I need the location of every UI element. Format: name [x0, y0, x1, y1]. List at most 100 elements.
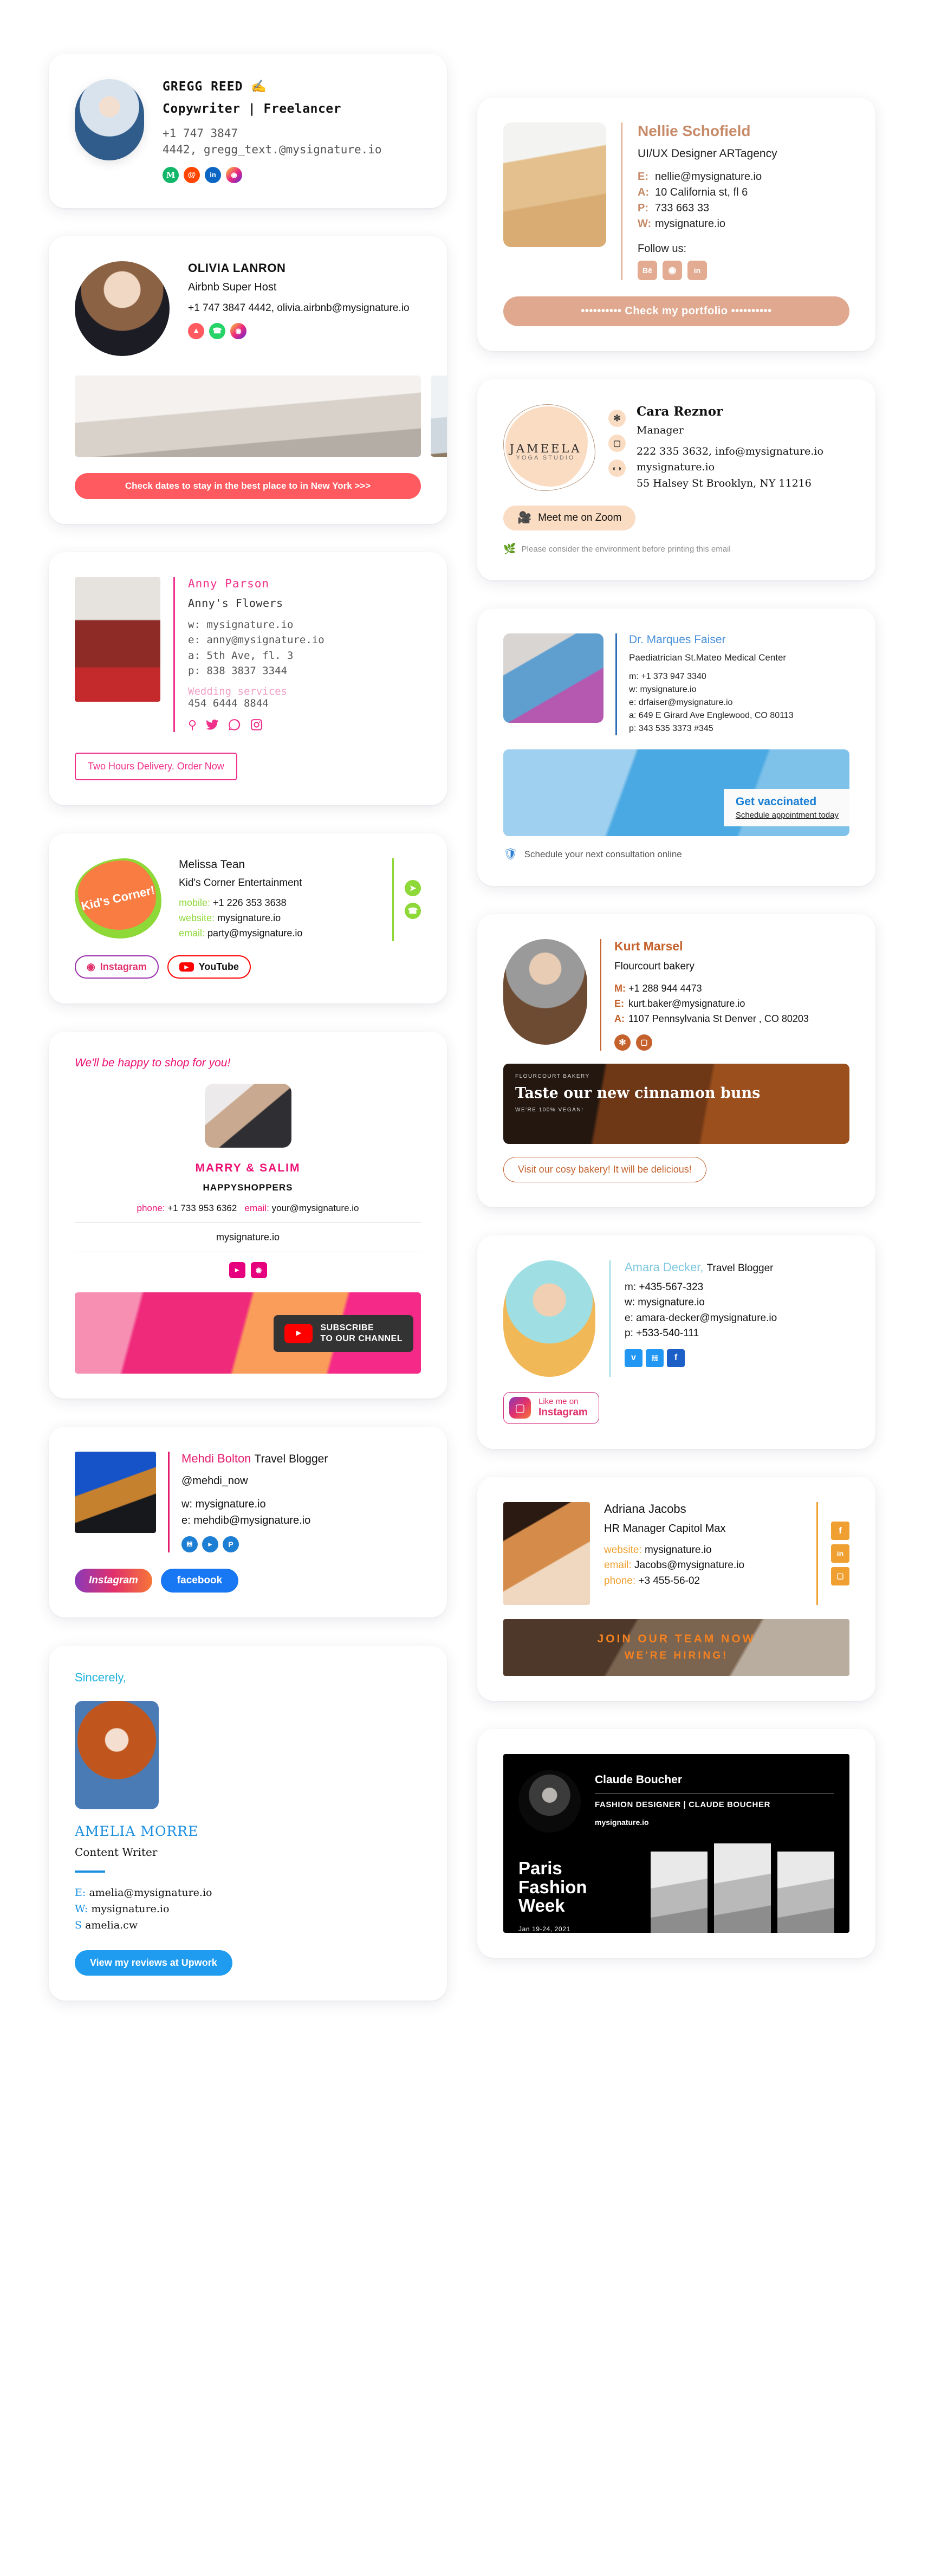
- instagram-icon: ▢: [509, 1397, 531, 1419]
- facebook-icon[interactable]: f: [831, 1521, 849, 1540]
- person-role: Manager: [637, 424, 684, 436]
- youtube-icon[interactable]: ►: [229, 1261, 245, 1278]
- cta-big-text: Instagram: [538, 1406, 588, 1418]
- signature-card-kurt-marsel[interactable]: Kurt Marsel Flourcourt bakery M: +1 288 9…: [477, 914, 875, 1207]
- twitter-icon[interactable]: 𝌦: [646, 1349, 664, 1367]
- social-links: ✻ ▢: [614, 1034, 809, 1051]
- whatsapp-icon[interactable]: [228, 718, 241, 732]
- linkedin-icon[interactable]: in: [687, 261, 707, 280]
- card-body: Mehdi Bolton Travel Blogger @mehdi_now w…: [75, 1451, 421, 1552]
- signature-card-amelia-morre[interactable]: Sincerely, AMELIA MORRE Content Writer E…: [49, 1645, 447, 2001]
- cinnamon-buns-banner[interactable]: FLOURCOURT BAKERY Taste our new cinnamon…: [503, 1063, 849, 1144]
- medium-icon[interactable]: M: [163, 166, 179, 183]
- person-name: Melissa Tean: [179, 858, 245, 871]
- plant-icon: 🌿: [503, 543, 516, 555]
- details: Mehdi Bolton Travel Blogger @mehdi_now w…: [181, 1452, 328, 1552]
- runway-photos: [651, 1843, 834, 1933]
- like-on-instagram-button[interactable]: ▢ Like me on Instagram: [503, 1391, 599, 1424]
- signature-card-olivia-lanron[interactable]: OLIVIA LANRON Airbnb Super Host +1 747 3…: [49, 236, 447, 524]
- social-links: f in ▢: [831, 1502, 849, 1605]
- reddit-icon[interactable]: @: [184, 166, 200, 183]
- email-line: E: amelia@mysignature.io: [75, 1886, 212, 1899]
- follow-label: Follow us:: [638, 243, 687, 255]
- visit-bakery-button[interactable]: Visit our cosy bakery! It will be delici…: [503, 1156, 706, 1182]
- consultation-footer[interactable]: 🛡 Schedule your next consultation online: [503, 848, 849, 861]
- social-links: 𝌦 ► P: [181, 1536, 328, 1552]
- youtube-button[interactable]: ► YouTube: [167, 955, 251, 979]
- twitter-icon[interactable]: [205, 718, 219, 732]
- photo-adriana-jacobs: [503, 1501, 590, 1605]
- mobile-line: mobile: +1 226 353 3638: [179, 897, 287, 908]
- instagram-icon[interactable]: ◉: [226, 166, 242, 183]
- subscribe-banner[interactable]: ► SUBSCRIBE TO OUR CHANNEL: [75, 1292, 421, 1374]
- instagram-icon[interactable]: [250, 718, 263, 732]
- instagram-icon[interactable]: ▢: [608, 435, 626, 452]
- signature-card-marry-salim[interactable]: We'll be happy to shop for you! MARRY & …: [49, 1031, 447, 1399]
- website-line: mysignature.io: [637, 461, 715, 474]
- hiring-banner[interactable]: JOIN OUR TEAM NOW WE'RE HIRING!: [503, 1619, 849, 1676]
- video-camera-icon: 🎥: [517, 512, 532, 525]
- yelp-icon[interactable]: ✻: [614, 1034, 631, 1051]
- whatsapp-icon[interactable]: ☎: [209, 322, 225, 339]
- yelp-icon[interactable]: ✻: [608, 410, 626, 427]
- signature-card-adriana-jacobs[interactable]: Adriana Jacobs HR Manager Capitol Max we…: [477, 1477, 875, 1701]
- check-portfolio-button[interactable]: •••••••••• Check my portfolio ••••••••••: [503, 296, 849, 326]
- maps-icon[interactable]: ⚲: [188, 718, 197, 732]
- whatsapp-icon[interactable]: ☎: [405, 903, 421, 920]
- website-line: w: mysignature.io: [188, 618, 294, 631]
- contact-info: E: amelia@mysignature.io W: mysignature.…: [75, 1885, 421, 1934]
- person-name: Kurt Marsel: [614, 939, 683, 954]
- airbnb-icon[interactable]: ▲: [188, 322, 204, 339]
- instagram-button[interactable]: ◉ Instagram: [75, 955, 159, 979]
- signature-card-anny-parson[interactable]: Anny Parson Anny's Flowers w: mysignatur…: [49, 552, 447, 805]
- signature-card-marques-faiser[interactable]: Dr. Marques Faiser Paediatrician St.Mate…: [477, 609, 875, 886]
- person-role: Content Writer: [75, 1845, 158, 1859]
- company-name: HAPPYSHOPPERS: [203, 1182, 293, 1193]
- signature-card-nellie-schofield[interactable]: Nellie Schofield UI/UX Designer ARTagenc…: [477, 98, 875, 351]
- address-line: a: 649 E Girard Ave Englewood, CO 80113: [629, 711, 794, 721]
- pinterest-icon[interactable]: P: [223, 1536, 239, 1552]
- behance-icon[interactable]: Bē: [638, 261, 657, 280]
- job-title: Travel Blogger: [254, 1452, 328, 1465]
- phone-label: phone:: [137, 1202, 165, 1213]
- tripadvisor-icon[interactable]: ◐◑: [608, 459, 626, 477]
- listing-photo-2[interactable]: [431, 375, 447, 457]
- instagram-icon[interactable]: ▢: [831, 1567, 849, 1585]
- vaccination-banner[interactable]: Get vaccinated Schedule appointment toda…: [503, 749, 849, 837]
- youtube-icon[interactable]: ►: [202, 1536, 218, 1552]
- linkedin-icon[interactable]: in: [205, 166, 221, 183]
- signature-card-amara-decker[interactable]: Amara Decker, Travel Blogger m: +435-567…: [477, 1235, 875, 1449]
- meet-on-zoom-button[interactable]: 🎥 Meet me on Zoom: [503, 506, 636, 531]
- instagram-button[interactable]: Instagram: [75, 1568, 152, 1593]
- address-line: 55 Halsey St Brooklyn, NY 11216: [637, 477, 812, 489]
- logo-subtitle: YOGA STUDIO: [516, 454, 575, 461]
- signature-card-melissa-tean[interactable]: Kid's Corner! Melissa Tean Kid's Corner …: [49, 833, 447, 1004]
- order-now-button[interactable]: Two Hours Delivery. Order Now: [75, 752, 237, 780]
- signature-card-cara-reznor[interactable]: JAMEELA YOGA STUDIO ✻ ▢ ◐◑ Cara Reznor M…: [477, 379, 875, 581]
- signature-card-gregg-reed[interactable]: GREGG REED ✍️ Copywriter | Freelancer +1…: [49, 54, 447, 208]
- shield-icon: 🛡: [503, 848, 518, 861]
- phone-email-line: 222 335 3632, info@mysignature.io: [637, 445, 823, 457]
- listing-photo-1[interactable]: [75, 375, 421, 457]
- signature-card-mehdi-bolton[interactable]: Mehdi Bolton Travel Blogger @mehdi_now w…: [49, 1426, 447, 1617]
- facebook-icon[interactable]: f: [667, 1349, 685, 1367]
- contact-info: mobile: +1 226 353 3638 website: mysigna…: [179, 896, 381, 941]
- banner-subtitle: Schedule appointment today: [735, 811, 839, 820]
- instagram-icon[interactable]: ◉: [250, 1261, 267, 1278]
- website-line: website: mysignature.io: [604, 1544, 712, 1556]
- person-name: Claude Boucher: [595, 1773, 683, 1786]
- signature-gallery: GREGG REED ✍️ Copywriter | Freelancer +1…: [0, 0, 941, 2576]
- dribbble-icon[interactable]: ◉: [663, 261, 682, 280]
- vimeo-icon[interactable]: v: [625, 1349, 643, 1367]
- facebook-button[interactable]: facebook: [160, 1568, 239, 1593]
- linkedin-icon[interactable]: in: [831, 1544, 849, 1563]
- signature-card-claude-boucher[interactable]: Claude Boucher FASHION DESIGNER | CLAUDE…: [477, 1729, 875, 1958]
- twitter-icon[interactable]: 𝌦: [181, 1536, 198, 1552]
- view-reviews-button[interactable]: View my reviews at Upwork: [75, 1950, 232, 1976]
- event-date: Jan 19-24, 2021: [518, 1925, 570, 1933]
- telegram-icon[interactable]: ➤: [405, 880, 421, 897]
- instagram-icon[interactable]: ▢: [636, 1034, 652, 1051]
- check-dates-button[interactable]: Check dates to stay in the best place to…: [75, 473, 421, 499]
- instagram-icon[interactable]: ◉: [230, 322, 246, 339]
- job-title: Travel Blogger: [706, 1262, 774, 1274]
